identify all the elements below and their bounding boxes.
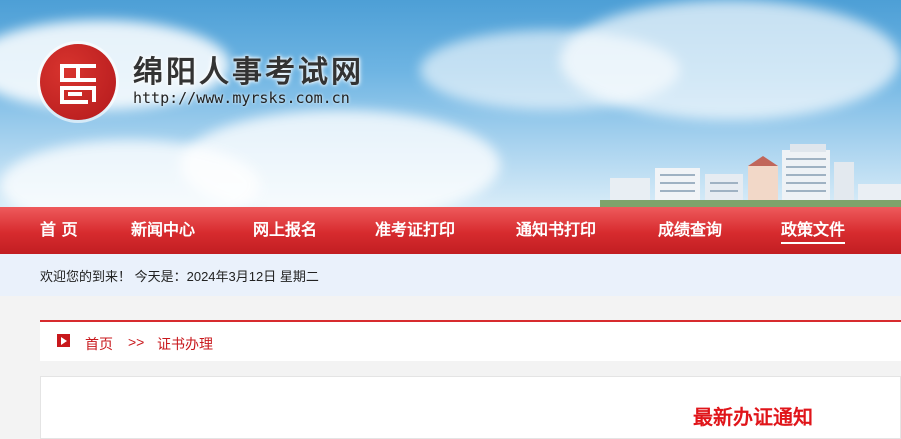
main-nav: 首 页 新闻中心 网上报名 准考证打印 通知书打印 成绩查询 政策文件: [0, 207, 901, 254]
nav-admission-ticket-print[interactable]: 准考证打印: [375, 207, 455, 254]
site-logo[interactable]: [40, 44, 116, 120]
welcome-text: 欢迎您的到来！ 今天是：2024年3月12日 星期二: [40, 269, 319, 284]
nav-score-query[interactable]: 成绩查询: [658, 207, 722, 254]
cloud-decoration: [560, 0, 900, 120]
nav-online-registration[interactable]: 网上报名: [253, 207, 317, 254]
breadcrumb-separator: >>: [128, 334, 145, 350]
nav-notice-print[interactable]: 通知书打印: [516, 207, 596, 254]
breadcrumb-arrow-icon: [57, 334, 70, 347]
breadcrumb: 首页 >> 证书办理: [40, 320, 901, 361]
site-title: 绵阳人事考试网: [133, 55, 364, 90]
content-title: 最新办证通知: [693, 405, 813, 429]
logo-mark-icon: [60, 64, 96, 104]
nav-news-center[interactable]: 新闻中心: [131, 207, 195, 254]
welcome-bar: 欢迎您的到来！ 今天是：2024年3月12日 星期二: [0, 254, 901, 296]
content-panel: 最新办证通知: [40, 376, 901, 439]
breadcrumb-home-link[interactable]: 首页: [85, 334, 113, 354]
breadcrumb-current[interactable]: 证书办理: [157, 334, 213, 354]
nav-home[interactable]: 首 页: [40, 207, 78, 254]
nav-policy-documents[interactable]: 政策文件: [781, 207, 846, 244]
city-buildings-illustration: [600, 144, 901, 207]
header-banner: 绵阳人事考试网 http://www.myrsks.com.cn: [0, 0, 901, 207]
site-url: http://www.myrsks.com.cn: [133, 89, 350, 107]
